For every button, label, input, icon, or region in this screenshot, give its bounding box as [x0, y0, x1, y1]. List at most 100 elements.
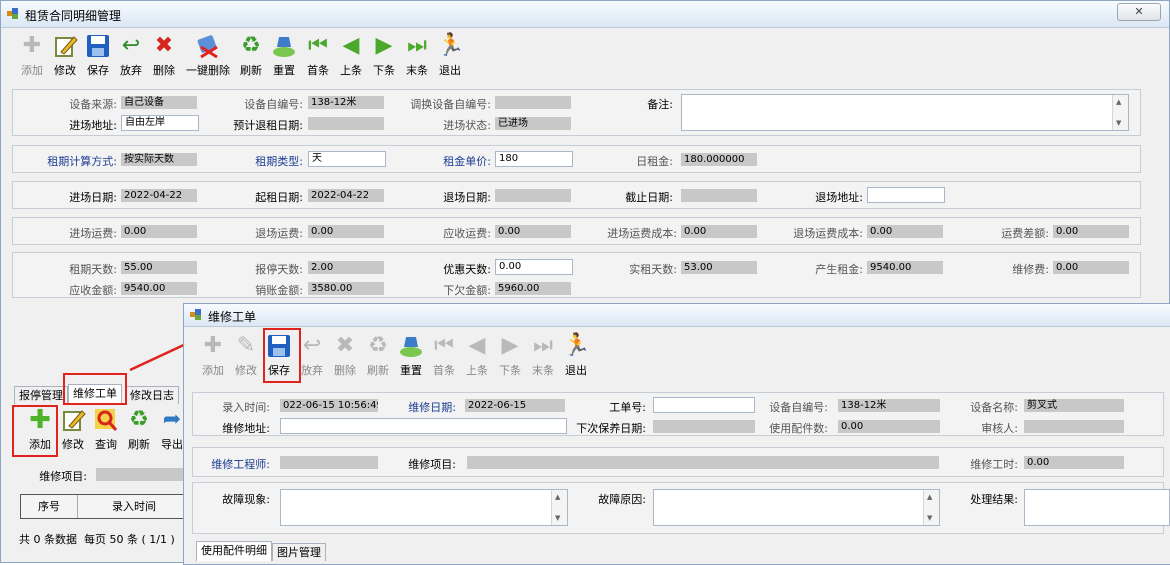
toolbar-exit-button[interactable]: 🏃 退出	[433, 33, 467, 78]
dlg-prev-button[interactable]: ◀ 上条	[460, 333, 494, 378]
toolbar-discard-button[interactable]: ↩ 放弃	[114, 33, 148, 78]
symptom-textarea[interactable]: ▲ ▼	[280, 489, 568, 526]
due-amount-field[interactable]: 9540.00	[121, 282, 197, 295]
entry-time-field[interactable]: 022-06-15 10:56:49	[280, 399, 378, 412]
eraser-icon	[195, 33, 221, 59]
equip-source-field[interactable]: 自己设备	[121, 96, 197, 109]
rent-days-field[interactable]: 55.00	[121, 261, 197, 274]
owed-amount-field[interactable]: 5960.00	[495, 282, 571, 295]
freight-diff-field[interactable]: 0.00	[1053, 225, 1129, 238]
dlg-exit-button[interactable]: 🏃 退出	[559, 333, 593, 378]
parts-count-field[interactable]: 0.00	[838, 420, 940, 433]
recv-fee-field[interactable]: 0.00	[495, 225, 571, 238]
toolbar-delete-all-button[interactable]: 一键删除	[185, 33, 231, 78]
swap-no-field[interactable]	[495, 96, 571, 109]
toolbar-next-button[interactable]: ▶ 下条	[367, 33, 401, 78]
equip-name-label: 设备名称:	[970, 401, 1018, 414]
close-button[interactable]: ✕	[1117, 3, 1161, 21]
reset-icon	[271, 33, 297, 59]
toolbar-save-button[interactable]: 保存	[81, 33, 115, 78]
first-record-icon: ⏮	[434, 333, 454, 358]
dlg-last-button[interactable]: ⏭ 末条	[526, 333, 560, 378]
out-cost-field[interactable]: 0.00	[867, 225, 943, 238]
tab-stop-management[interactable]: 报停管理	[14, 386, 68, 404]
parts-count-label: 使用配件数:	[769, 422, 828, 435]
rent-type-input[interactable]: 天	[308, 151, 386, 167]
toolbar-add-button[interactable]: ✚ 添加	[15, 33, 49, 78]
toolbar-edit-button[interactable]: 修改	[48, 33, 82, 78]
tab-used-parts[interactable]: 使用配件明细	[196, 541, 272, 561]
next-maint-field[interactable]	[653, 420, 755, 433]
highlight-repair-tab	[63, 373, 127, 405]
dialog-toolbar: ✚ 添加 ✎ 修改 保存 ↩ 放弃 ✖ 删除 ♻ 刷新 重置 ⏮ 首条 ◀ 上条 ▶ 下条 ⏭ 末…	[196, 333, 596, 381]
enter-addr-input[interactable]: 自由左岸	[121, 115, 199, 131]
repair-date-field[interactable]: 2022-06-15	[465, 399, 565, 412]
toolbar-prev-button[interactable]: ◀ 上条	[334, 33, 368, 78]
dlg-next-button[interactable]: ▶ 下条	[493, 333, 527, 378]
engineer-field[interactable]	[280, 456, 378, 469]
repair-addr-input[interactable]	[280, 418, 567, 434]
cutoff-date-field[interactable]	[681, 189, 757, 202]
calc-method-field[interactable]: 按实际天数	[121, 153, 197, 166]
plan-return-field[interactable]	[308, 117, 384, 130]
enter-date-field[interactable]: 2022-04-22	[121, 189, 197, 202]
enter-status-field[interactable]: 已进场	[495, 117, 571, 130]
remark-textarea[interactable]: ▲ ▼	[681, 94, 1129, 131]
discount-days-input[interactable]: 0.00	[495, 259, 573, 275]
calc-method-label: 租期计算方式:	[47, 155, 117, 168]
entry-time-label: 录入时间:	[222, 401, 270, 414]
in-cost-field[interactable]: 0.00	[681, 225, 757, 238]
dlg-repair-item-field[interactable]	[467, 456, 939, 469]
unit-price-input[interactable]: 180	[495, 151, 573, 167]
real-days-field[interactable]: 53.00	[681, 261, 757, 274]
out-fee-field[interactable]: 0.00	[308, 225, 384, 238]
toolbar-last-button[interactable]: ⏭ 末条	[400, 33, 434, 78]
equip-no-field[interactable]: 138-12米	[308, 96, 384, 109]
tab-image-management[interactable]: 图片管理	[272, 543, 326, 561]
dlg-reset-button[interactable]: 重置	[394, 333, 428, 378]
repair-item-field[interactable]	[96, 468, 186, 481]
dlg-delete-button[interactable]: ✖ 删除	[328, 333, 362, 378]
dlg-first-button[interactable]: ⏮ 首条	[427, 333, 461, 378]
repair-hours-field[interactable]: 0.00	[1024, 456, 1124, 469]
sub-query-button[interactable]: 查询	[89, 407, 123, 452]
dialog-title: 维修工单	[208, 310, 257, 324]
sub-refresh-button[interactable]: ♻ 刷新	[122, 407, 156, 452]
dlg-refresh-button[interactable]: ♻ 刷新	[361, 333, 395, 378]
cause-textarea[interactable]: ▲ ▼	[653, 489, 940, 526]
start-date-label: 起租日期:	[255, 191, 303, 204]
exit-addr-input[interactable]	[867, 187, 945, 203]
auditor-field[interactable]	[1024, 420, 1124, 433]
toolbar-refresh-button[interactable]: ♻ 刷新	[234, 33, 268, 78]
grid-col-entry-time[interactable]: 录入时间	[78, 495, 190, 518]
equip-name-field[interactable]: 剪叉式	[1024, 399, 1124, 412]
toolbar-reset-button[interactable]: 重置	[267, 33, 301, 78]
equip-source-label: 设备来源:	[69, 98, 117, 111]
toolbar-first-button[interactable]: ⏮ 首条	[301, 33, 335, 78]
start-date-field[interactable]: 2022-04-22	[308, 189, 384, 202]
x-icon: ✖	[335, 333, 355, 358]
order-no-input[interactable]	[653, 397, 755, 413]
grid-col-seq[interactable]: 序号	[21, 495, 78, 518]
symptom-scrollbar[interactable]: ▲ ▼	[551, 490, 567, 525]
due-amount-label: 应收金额:	[69, 284, 117, 297]
exit-date-field[interactable]	[495, 189, 571, 202]
dlg-add-button[interactable]: ✚ 添加	[196, 333, 230, 378]
tab-change-log[interactable]: 修改日志	[125, 386, 179, 404]
cause-scrollbar[interactable]: ▲ ▼	[923, 490, 939, 525]
dlg-edit-button[interactable]: ✎ 修改	[229, 333, 263, 378]
rent-amount-field[interactable]: 9540.00	[867, 261, 943, 274]
in-fee-field[interactable]: 0.00	[121, 225, 197, 238]
written-off-field[interactable]: 3580.00	[308, 282, 384, 295]
repair-fee-field[interactable]: 0.00	[1053, 261, 1129, 274]
remark-scrollbar[interactable]: ▲ ▼	[1112, 95, 1128, 130]
first-record-icon: ⏮	[308, 33, 328, 58]
out-cost-label: 退场运费成本:	[793, 227, 863, 240]
dlg-equip-no-field[interactable]: 138-12米	[838, 399, 940, 412]
daily-rent-field[interactable]: 180.000000	[681, 153, 757, 166]
repair-item-label: 维修项目:	[39, 470, 87, 483]
sub-edit-button[interactable]: 修改	[56, 407, 90, 452]
stop-days-field[interactable]: 2.00	[308, 261, 384, 274]
result-textarea[interactable]	[1024, 489, 1170, 526]
toolbar-delete-button[interactable]: ✖ 删除	[147, 33, 181, 78]
